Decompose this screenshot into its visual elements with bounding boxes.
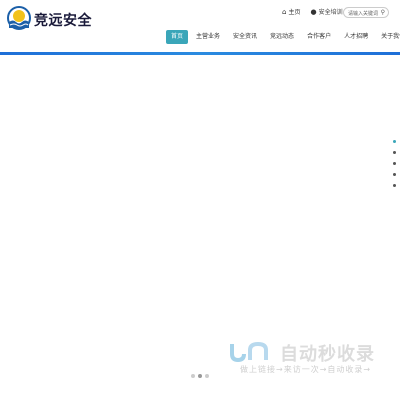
nav-item-updates[interactable]: 竞远动态 bbox=[265, 30, 299, 44]
nav-item-home[interactable]: 首页 bbox=[166, 30, 189, 44]
nav-item-about[interactable]: 关于我们 bbox=[376, 30, 400, 44]
carousel-dot-2[interactable] bbox=[393, 151, 396, 154]
training-link-label: 安全培训 bbox=[318, 9, 343, 16]
watermark-title: 自动秒收录 bbox=[280, 344, 375, 365]
carousel-side-dots bbox=[393, 140, 396, 187]
carousel-dot-3[interactable] bbox=[393, 162, 396, 165]
home-icon: ⌂ bbox=[282, 8, 287, 16]
search-input[interactable]: 请输入关键词 ⚲ bbox=[343, 7, 389, 18]
brand-name[interactable]: 竞远安全 bbox=[34, 10, 92, 30]
training-link[interactable]: ● 安全培训 bbox=[310, 7, 342, 16]
search-icon[interactable]: ⚲ bbox=[381, 9, 385, 16]
pager-dot-3[interactable] bbox=[205, 374, 209, 378]
home-link[interactable]: ⌂ 主页 bbox=[282, 7, 300, 16]
watermark-logo-icon bbox=[230, 341, 268, 363]
nav-item-clients[interactable]: 合作客户 bbox=[302, 30, 336, 44]
logo-icon[interactable] bbox=[7, 6, 31, 34]
carousel-dot-4[interactable] bbox=[393, 173, 396, 176]
search-placeholder: 请输入关键词 bbox=[348, 11, 379, 17]
top-links: ⌂ 主页 ● 安全培训 bbox=[282, 7, 343, 16]
nav-item-news[interactable]: 安全资讯 bbox=[228, 30, 262, 44]
nav-item-careers[interactable]: 人才招聘 bbox=[339, 30, 373, 44]
location-icon: ● bbox=[310, 8, 317, 16]
pager-dot-1[interactable] bbox=[191, 374, 195, 378]
carousel-dot-1[interactable] bbox=[393, 140, 396, 143]
watermark: 自动秒收录 做上链接→来访一次→自动收录→ bbox=[228, 340, 388, 390]
nav-item-business[interactable]: 主营业务 bbox=[191, 30, 225, 44]
carousel-dot-5[interactable] bbox=[393, 184, 396, 187]
watermark-subtitle: 做上链接→来访一次→自动收录→ bbox=[240, 365, 372, 374]
main-nav: 首页 主营业务 安全资讯 竞远动态 合作客户 人才招聘 关于我们 bbox=[166, 30, 400, 44]
header-divider bbox=[0, 52, 400, 55]
pager-dot-2[interactable] bbox=[198, 374, 202, 378]
carousel-bottom-dots bbox=[191, 374, 209, 378]
home-link-label: 主页 bbox=[288, 9, 301, 16]
